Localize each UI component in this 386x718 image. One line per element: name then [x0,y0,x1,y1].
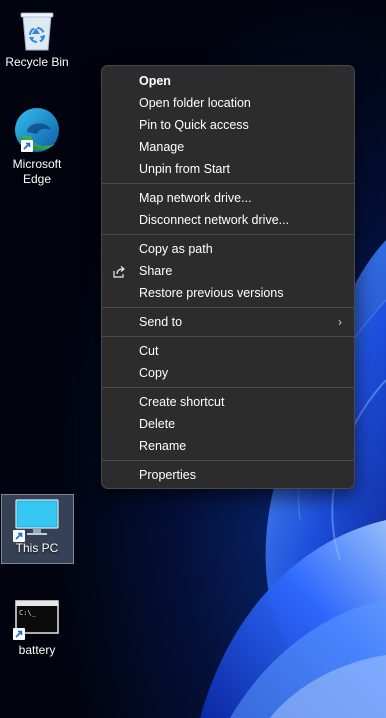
edge-icon [11,106,63,154]
this-pc-label: This PC [15,541,59,555]
share-icon [112,264,126,278]
menu-item-open[interactable]: Open [106,70,350,92]
shortcut-arrow-icon [21,140,33,152]
menu-separator [102,336,354,337]
menu-separator [102,234,354,235]
menu-item-create-shortcut[interactable]: Create shortcut [106,391,350,413]
menu-item-share-label: Share [139,264,173,278]
microsoft-edge-desktop-icon[interactable]: Microsoft Edge [0,106,74,187]
menu-item-delete[interactable]: Delete [106,413,350,435]
menu-item-send-to[interactable]: Send to › [106,311,350,333]
microsoft-edge-label: Microsoft Edge [12,157,62,186]
menu-item-manage[interactable]: Manage [106,136,350,158]
menu-separator [102,183,354,184]
menu-item-pin-quick-access[interactable]: Pin to Quick access [106,114,350,136]
menu-item-rename[interactable]: Rename [106,435,350,457]
menu-item-share[interactable]: Share [106,260,350,282]
menu-item-send-to-label: Send to [139,315,183,329]
shortcut-arrow-icon [13,628,25,640]
menu-item-restore-previous-versions[interactable]: Restore previous versions [106,282,350,304]
menu-item-cut[interactable]: Cut [106,340,350,362]
this-pc-desktop-icon[interactable]: This PC [0,498,74,556]
recycle-bin-desktop-icon[interactable]: Recycle Bin [0,8,74,70]
menu-item-disconnect-network-drive[interactable]: Disconnect network drive... [106,209,350,231]
menu-separator [102,307,354,308]
menu-item-properties[interactable]: Properties [106,464,350,486]
recycle-bin-label: Recycle Bin [5,55,69,69]
command-prompt-icon: C:\_ [13,600,59,640]
svg-text:C:\_: C:\_ [19,609,37,617]
recycle-bin-icon [18,8,56,52]
menu-item-copy-as-path[interactable]: Copy as path [106,238,350,260]
menu-item-map-network-drive[interactable]: Map network drive... [106,187,350,209]
menu-separator [102,387,354,388]
menu-item-unpin-start[interactable]: Unpin from Start [106,158,350,180]
context-menu: Open Open folder location Pin to Quick a… [101,65,355,489]
shortcut-arrow-icon [13,530,25,542]
battery-desktop-icon[interactable]: C:\_ battery [0,600,74,658]
menu-item-copy[interactable]: Copy [106,362,350,384]
battery-label: battery [18,643,56,657]
menu-separator [102,460,354,461]
chevron-right-icon: › [338,315,342,329]
monitor-icon [13,498,59,542]
menu-item-open-folder-location[interactable]: Open folder location [106,92,350,114]
